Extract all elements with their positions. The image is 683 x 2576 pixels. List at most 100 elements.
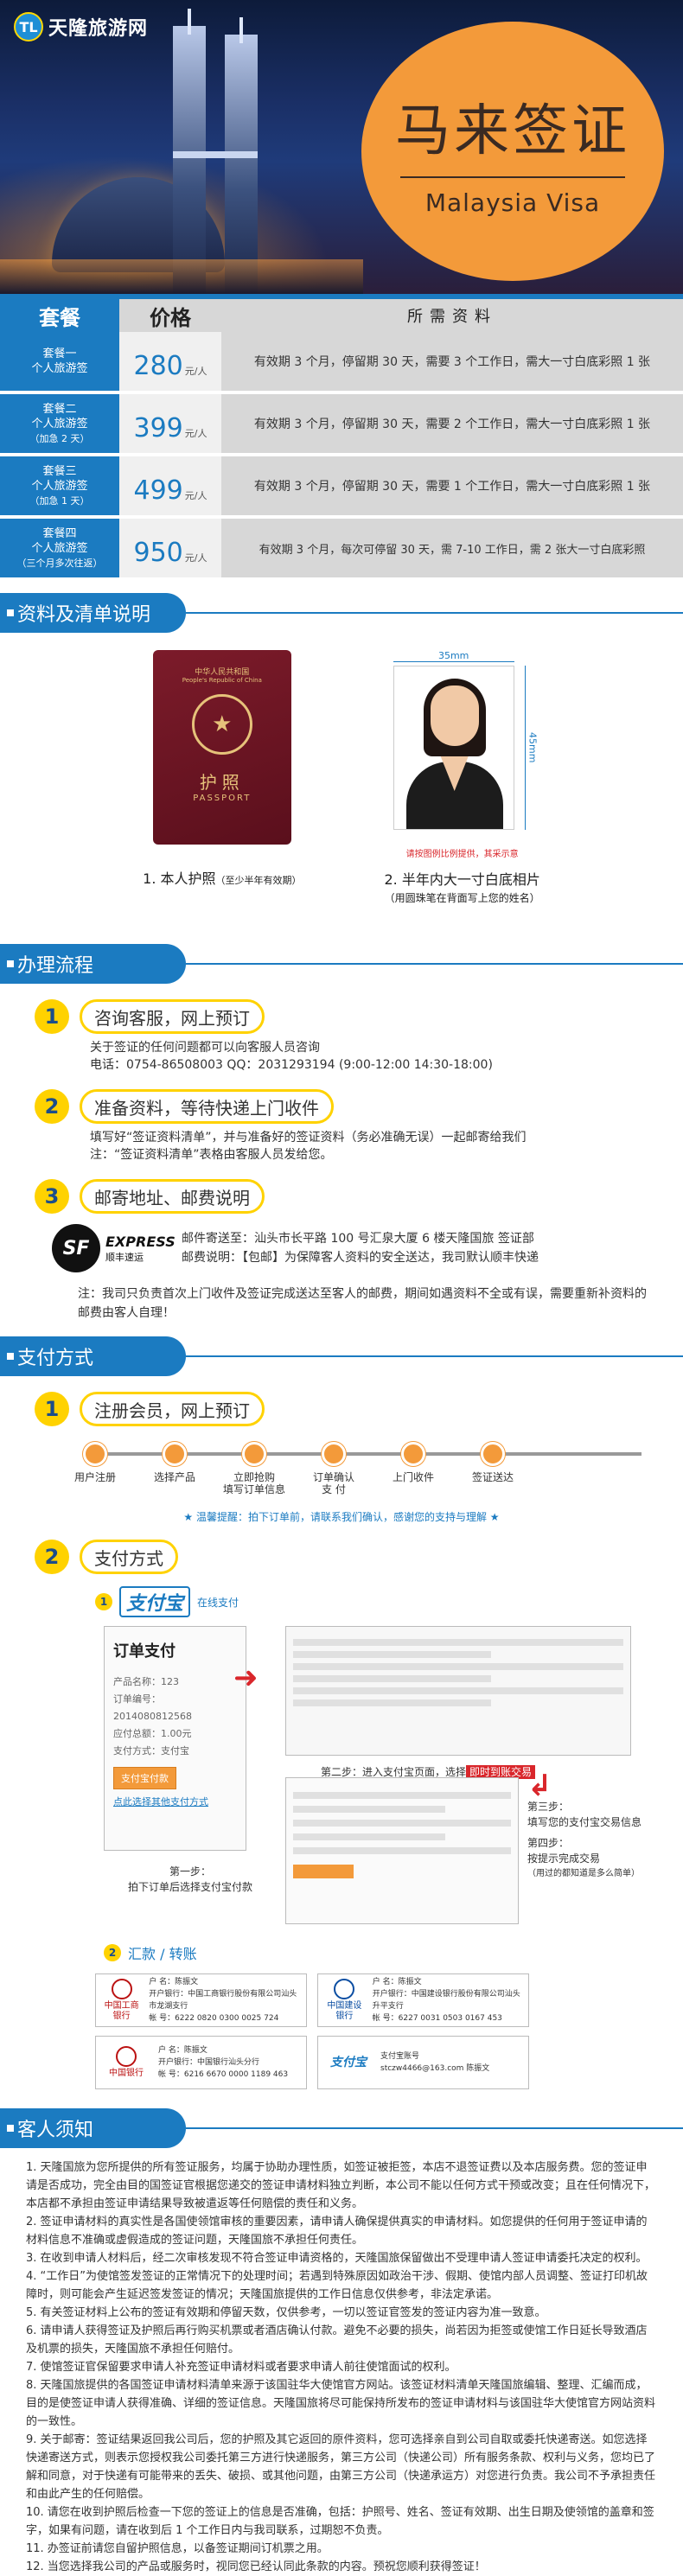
bank-list: 中国工商银行 户 名：陈振文 开户银行：中国工商银行股份有限公司汕头市龙湖支行 …	[95, 1973, 683, 2089]
package-row[interactable]: 套餐三 个人旅游签 （加急 1 天） 499 元/人 有效期 3 个月，停留期 3…	[0, 456, 683, 519]
notice-item: 2. 签证申请材料的真实性是各国使领馆审核的重要因素，请申请人确保提供真实的申请…	[26, 2216, 648, 2247]
petronas-tower-left	[173, 26, 206, 294]
notice-list: 1. 天隆国旅为您所提供的所有签证服务，均属于协助办理性质，如签证被拒签，本店不…	[26, 2158, 657, 2576]
step-number: 3	[35, 1179, 69, 1214]
doc-label: 2. 半年内大一寸白底相片	[384, 871, 540, 888]
mail-address: 邮件寄送至：汕头市长平路 100 号汇泉大厦 6 楼天隆国旅 签证部	[182, 1232, 534, 1246]
notice-item: 3. 在收到申请人材料后，经二次审核发现不符合签证申请资格的，天隆国旅保留做出不…	[26, 2252, 648, 2265]
boc-icon	[116, 2046, 137, 2067]
photo-height: 45mm	[524, 666, 540, 830]
package-name: 套餐一	[42, 348, 77, 360]
package-name: 套餐四	[42, 526, 77, 540]
notice-item: 8. 天隆国旅提供的各国签证申请材料清单来源于该国驻华大使馆官方网站。该签证材料…	[26, 2379, 656, 2428]
package-price: 499	[133, 475, 183, 506]
site-logo[interactable]: TL 天隆旅游网	[14, 12, 148, 41]
arrow-icon: ➜	[233, 1661, 259, 1695]
step-title: 咨询客服，网上预订	[80, 999, 265, 1034]
skybridge	[173, 151, 258, 158]
package-type: 个人旅游签	[31, 479, 88, 493]
package-price: 399	[133, 413, 183, 443]
step34-caption: 第三步： 填写您的支付宝交易信息 第四步： 按提示完成交易 （用过的都知道是多么…	[527, 1801, 642, 1878]
step-title: 注册会员，网上预订	[80, 1392, 265, 1426]
logo-text: 天隆旅游网	[48, 18, 149, 40]
alipay-page-sample: 第二步：进入支付宝页面，选择 即时到账交易	[285, 1626, 631, 1779]
step-number: 2	[35, 1089, 69, 1124]
step-number: 1	[35, 1392, 69, 1426]
package-row[interactable]: 套餐四 个人旅游签 （三个月多次往返） 950 元/人 有效期 3 个月，每次可停…	[0, 519, 683, 581]
alipay-guide: 订单支付 产品名称：123 订单编号：2014080812568 应付总额：1.…	[104, 1626, 642, 1929]
alipay-pay-button[interactable]: 支付宝付款	[113, 1767, 176, 1789]
alipay-icon: 支付宝	[330, 2056, 367, 2069]
bank-card: 中国建设银行 户 名：陈振文 开户银行：中国建设银行股份有限公司汕头升平支行 帐…	[317, 1973, 529, 2027]
postage-notice: 注：我司只负责首次上门收件及签证完成送达至客人的邮费，期间如遇资料不全或有误，需…	[78, 1287, 647, 1320]
process-step-2: 2 准备资料，等待快递上门收件 填写好“签证资料清单”，并与准备好的签证资料（务…	[35, 1089, 683, 1164]
page-title: 马来签证	[395, 99, 630, 163]
step-number: 2	[35, 1540, 69, 1574]
process-node: 立即抢购 填写订单信息	[211, 1442, 297, 1495]
order-title: 订单支付	[113, 1642, 176, 1661]
notice-item: 6. 请申请人获得签证及护照后再行购买机票或者酒店确认付款。避免不必要的损失，尚…	[26, 2324, 648, 2356]
remit-title: 汇款 / 转账	[128, 1946, 197, 1962]
package-table: 套餐 价格 所需资料 套餐一 个人旅游签 280 元/人 有效期 3 个月，停留期…	[0, 294, 683, 581]
process-step-1: 1 咨询客服，网上预订 关于签证的任何问题都可以向客服人员咨询 电话：0754-…	[35, 999, 683, 1074]
doc-label: 1. 本人护照	[143, 870, 216, 887]
section-notice: 客人须知	[0, 2108, 683, 2148]
bank-card: 支付宝 支付宝账号 stczw4466@163.com 陈振文	[317, 2036, 529, 2089]
contact-info: 电话：0754-86508003 QQ：2031293194 (9:00-12:…	[90, 1058, 493, 1072]
arrow-icon: ↲	[527, 1769, 552, 1803]
notice-item: 10. 请您在收到护照后检查一下您的签证上的信息是否准确，包括：护照号、姓名、签…	[26, 2506, 654, 2537]
package-desc: 有效期 3 个月，停留期 30 天，需要 1 个工作日，需大一寸白底彩照 1 张	[221, 456, 683, 515]
icbc-icon	[111, 1979, 132, 1999]
process-node: 订单确认 支 付	[290, 1442, 377, 1495]
process-node: 签证送达	[450, 1442, 536, 1483]
passport-image: 中华人民共和国 People's Republic of China ★ 护照 …	[152, 650, 291, 845]
package-row[interactable]: 套餐一 个人旅游签 280 元/人 有效期 3 个月，停留期 30 天，需要 3 …	[0, 332, 683, 394]
package-type: 个人旅游签	[31, 362, 88, 375]
hero-banner: TL 天隆旅游网 马来签证 Malaysia Visa	[0, 0, 683, 294]
page-subtitle: Malaysia Visa	[424, 188, 601, 217]
photo-width: 35mm	[393, 650, 514, 662]
section-title: 客人须知	[17, 2120, 94, 2141]
package-type: 个人旅游签	[31, 541, 88, 555]
remit-header: 2 汇款 / 转账	[104, 1942, 683, 1963]
process-step-3: 3 邮寄地址、邮费说明	[35, 1179, 683, 1214]
photo-note: 请按图例比例提供，其采示意	[405, 850, 519, 859]
package-note: （三个月多次往返）	[16, 557, 103, 569]
process-node: 选择产品	[131, 1442, 218, 1483]
package-type: 个人旅游签	[31, 417, 88, 430]
package-desc: 有效期 3 个月，每次可停留 30 天，需 7-10 工作日，需 2 张大一寸白…	[221, 519, 683, 577]
package-note: （加急 1 天）	[29, 494, 90, 507]
package-row[interactable]: 套餐二 个人旅游签 （加急 2 天） 399 元/人 有效期 3 个月，停留期 3…	[0, 394, 683, 456]
ccb-icon	[334, 1979, 355, 1999]
package-name: 套餐二	[42, 402, 77, 416]
step-title: 邮寄地址、邮费说明	[80, 1179, 265, 1214]
package-price: 950	[133, 538, 183, 568]
section-process: 办理流程	[0, 944, 683, 984]
doc-passport: 中华人民共和国 People's Republic of China ★ 护照 …	[143, 650, 302, 944]
step-number: 1	[35, 999, 69, 1034]
doc-photo: 35mm 45mm 请按图例比例提供，其采示意 2. 半年内大一寸白底相片 （用…	[384, 650, 540, 904]
notice-item: 4. “工作日”为使馆签发签证的正常情况下的处理时间；若遇到特殊原因如政治干涉、…	[26, 2270, 648, 2301]
package-note: （加急 2 天）	[29, 432, 90, 444]
payment-step-2: 2 支付方式	[35, 1540, 683, 1574]
package-table-header: 套餐 价格 所需资料	[0, 294, 683, 332]
col-price: 价格	[150, 305, 191, 330]
order-payment-box: 订单支付 产品名称：123 订单编号：2014080812568 应付总额：1.…	[104, 1626, 246, 1851]
bank-card: 中国工商银行 户 名：陈振文 开户银行：中国工商银行股份有限公司汕头市龙湖支行 …	[95, 1973, 307, 2027]
package-name: 套餐三	[42, 464, 77, 478]
step-title: 准备资料，等待快递上门收件	[80, 1089, 334, 1124]
section-title: 资料及清单说明	[17, 604, 151, 626]
sf-express: SF EXPRESS 顺丰速运 邮件寄送至：汕头市长平路 100 号汇泉大厦 6…	[52, 1224, 683, 1272]
process-node: 上门收件	[370, 1442, 456, 1483]
process-node: 用户注册	[52, 1442, 138, 1483]
payment-step-1: 1 注册会员，网上预订	[35, 1392, 683, 1426]
petronas-tower-right	[225, 35, 258, 294]
step-title: 支付方式	[80, 1540, 178, 1574]
section-title: 办理流程	[17, 955, 94, 977]
order-tip: ★ 温馨提醒：拍下订单前，请联系我们确认，感谢您的支持与理解 ★	[183, 1511, 500, 1523]
other-payment-link[interactable]: 点此选择其他支付方式	[113, 1795, 237, 1808]
sample-photo	[393, 666, 514, 830]
bank-card: 中国银行 户 名：陈振文 开户银行：中国银行汕头分行 帐 号：6216 6670…	[95, 2036, 307, 2089]
section-title: 支付方式	[17, 1348, 94, 1369]
col-docs: 所需资料	[407, 308, 497, 326]
